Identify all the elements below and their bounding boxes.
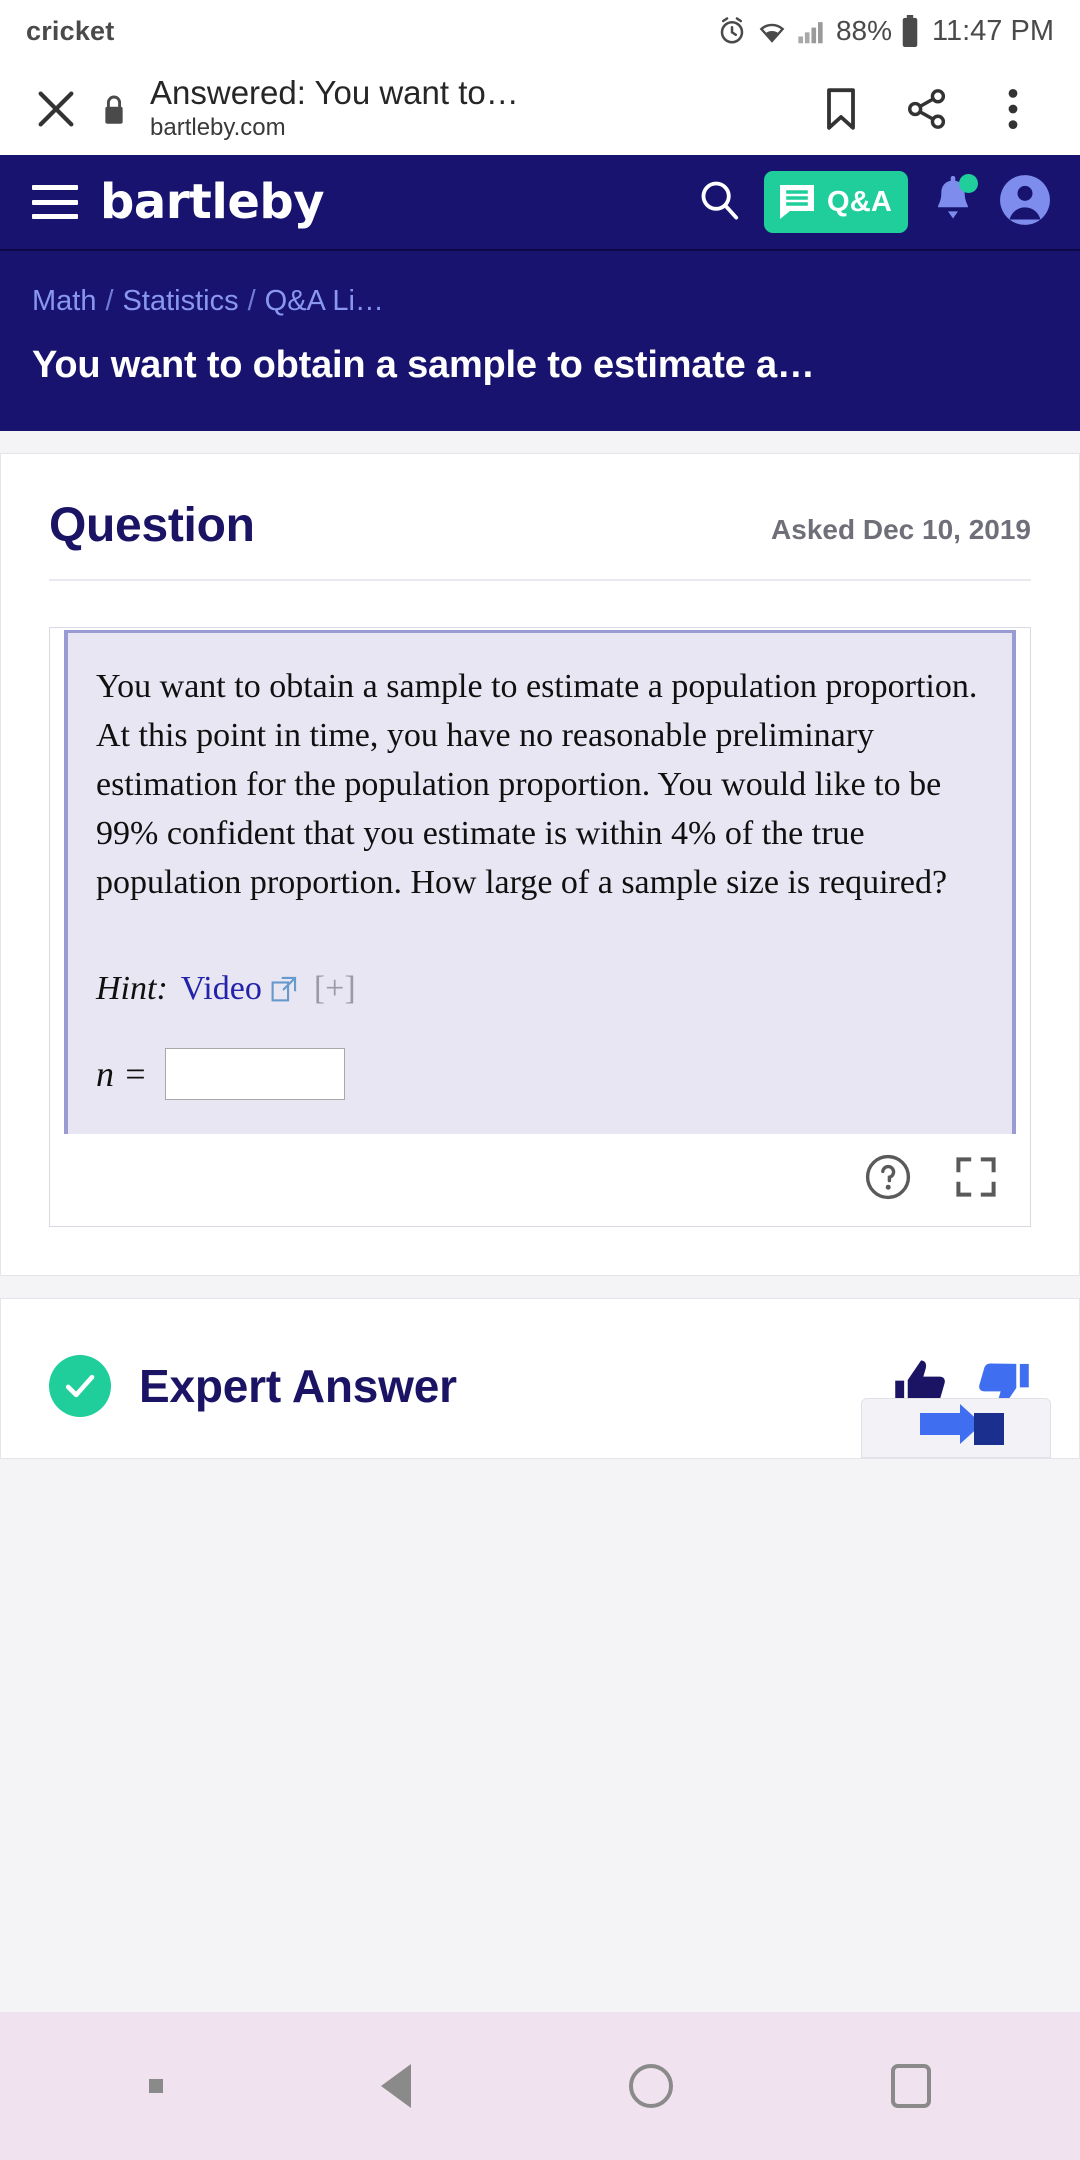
help-circle-icon <box>865 1155 911 1200</box>
expert-answer-card: Expert Answer <box>0 1297 1080 1459</box>
navbar-actions: Q&A <box>696 171 1052 233</box>
site-security-indicator[interactable] <box>92 93 136 125</box>
qa-button[interactable]: Q&A <box>763 171 908 233</box>
hamburger-icon-bar <box>32 185 78 190</box>
battery-icon <box>902 15 918 47</box>
breadcrumb-item-math[interactable]: Math <box>32 285 96 318</box>
divider <box>49 579 1031 581</box>
hint-expand-toggle[interactable]: [+] <box>314 970 356 1008</box>
breadcrumb-item-qa-library[interactable]: Q&A Li… <box>265 285 384 318</box>
status-icons: 88% 11:47 PM <box>717 15 1054 48</box>
expand-fullscreen-icon <box>956 1157 996 1197</box>
breadcrumb-item-statistics[interactable]: Statistics <box>123 285 239 318</box>
external-link-button[interactable] <box>271 976 297 1002</box>
share-button[interactable] <box>884 88 970 130</box>
page-body: Question Asked Dec 10, 2019 You want to … <box>0 431 1080 2012</box>
hamburger-icon-bar <box>32 199 78 205</box>
browser-toolbar: Answered: You want to… bartleby.com <box>0 62 1080 155</box>
hint-row: Hint: Video [+] <box>96 970 984 1008</box>
menu-button[interactable] <box>32 185 78 219</box>
close-icon <box>38 91 74 126</box>
back-triangle-icon[interactable] <box>381 2064 411 2108</box>
battery-percent: 88% <box>835 15 893 46</box>
recents-square-icon[interactable] <box>891 2064 931 2108</box>
question-content-inner: You want to obtain a sample to estimate … <box>64 630 1016 1134</box>
carrier-label: cricket <box>26 15 115 46</box>
answer-input[interactable] <box>165 1047 346 1100</box>
close-button[interactable] <box>28 86 84 132</box>
expand-button[interactable] <box>952 1153 1000 1206</box>
external-link-icon <box>271 976 296 1002</box>
clock-label: 11:47 PM <box>932 14 1054 47</box>
share-icon <box>908 88 946 129</box>
question-box-footer <box>50 1134 1030 1226</box>
breadcrumb: Math / Statistics / Q&A Li… <box>32 285 1048 318</box>
brand-logo[interactable]: bartleby <box>100 174 325 230</box>
site-navbar: bartleby Q&A <box>0 155 1080 251</box>
account-button[interactable] <box>998 173 1052 232</box>
search-button[interactable] <box>696 177 742 228</box>
page-identity[interactable]: Answered: You want to… bartleby.com <box>150 74 798 144</box>
bookmark-icon <box>827 87 855 130</box>
notifications-button[interactable] <box>930 174 978 228</box>
search-icon <box>701 181 739 220</box>
hint-video-link[interactable]: Video <box>181 970 262 1008</box>
android-status-bar: cricket 88% 11:47 PM <box>0 0 1080 62</box>
hamburger-icon-bar <box>32 214 78 219</box>
check-circle-icon <box>49 1355 111 1418</box>
question-heading: Question <box>49 499 255 552</box>
question-content-box: You want to obtain a sample to estimate … <box>49 627 1031 1227</box>
bookmark-button[interactable] <box>798 87 884 131</box>
floating-badge[interactable] <box>861 1397 1051 1458</box>
screen: cricket 88% 11:47 PM Answered: You want … <box>0 0 1080 2160</box>
qa-button-label: Q&A <box>826 185 892 218</box>
help-button[interactable] <box>864 1153 912 1206</box>
question-card: Question Asked Dec 10, 2019 You want to … <box>0 453 1080 1276</box>
home-circle-icon[interactable] <box>629 2064 673 2108</box>
question-card-header: Question Asked Dec 10, 2019 <box>49 498 1031 579</box>
answer-variable-label: n = <box>96 1053 148 1094</box>
breadcrumb-separator: / <box>247 285 256 317</box>
more-vertical-icon <box>1008 88 1018 129</box>
question-text: You want to obtain a sample to estimate … <box>96 668 978 901</box>
arrow-badge-icon <box>920 1403 1004 1445</box>
user-avatar-icon <box>1000 174 1050 225</box>
page-title: You want to obtain a sample to estimate … <box>32 344 815 386</box>
hint-label: Hint: <box>96 969 168 1007</box>
browser-page-title: Answered: You want to… <box>150 73 519 111</box>
wifi-icon <box>759 23 785 43</box>
check-glyph-icon <box>65 1375 95 1398</box>
cellular-signal-icon <box>798 22 823 44</box>
lock-icon <box>105 95 123 124</box>
breadcrumb-separator: / <box>105 285 114 317</box>
more-options-button[interactable] <box>970 87 1056 131</box>
chat-lines-icon <box>779 185 814 219</box>
browser-url: bartleby.com <box>150 114 286 142</box>
android-nav-bar <box>0 2012 1080 2160</box>
page-hero: Math / Statistics / Q&A Li… You want to … <box>0 251 1080 431</box>
notification-badge <box>959 174 978 193</box>
answer-input-row: n = <box>96 1047 984 1100</box>
keyboard-dot-icon[interactable] <box>149 2079 163 2093</box>
expert-answer-heading: Expert Answer <box>139 1360 457 1413</box>
asked-date: Asked Dec 10, 2019 <box>771 514 1031 545</box>
alarm-icon <box>720 17 744 44</box>
